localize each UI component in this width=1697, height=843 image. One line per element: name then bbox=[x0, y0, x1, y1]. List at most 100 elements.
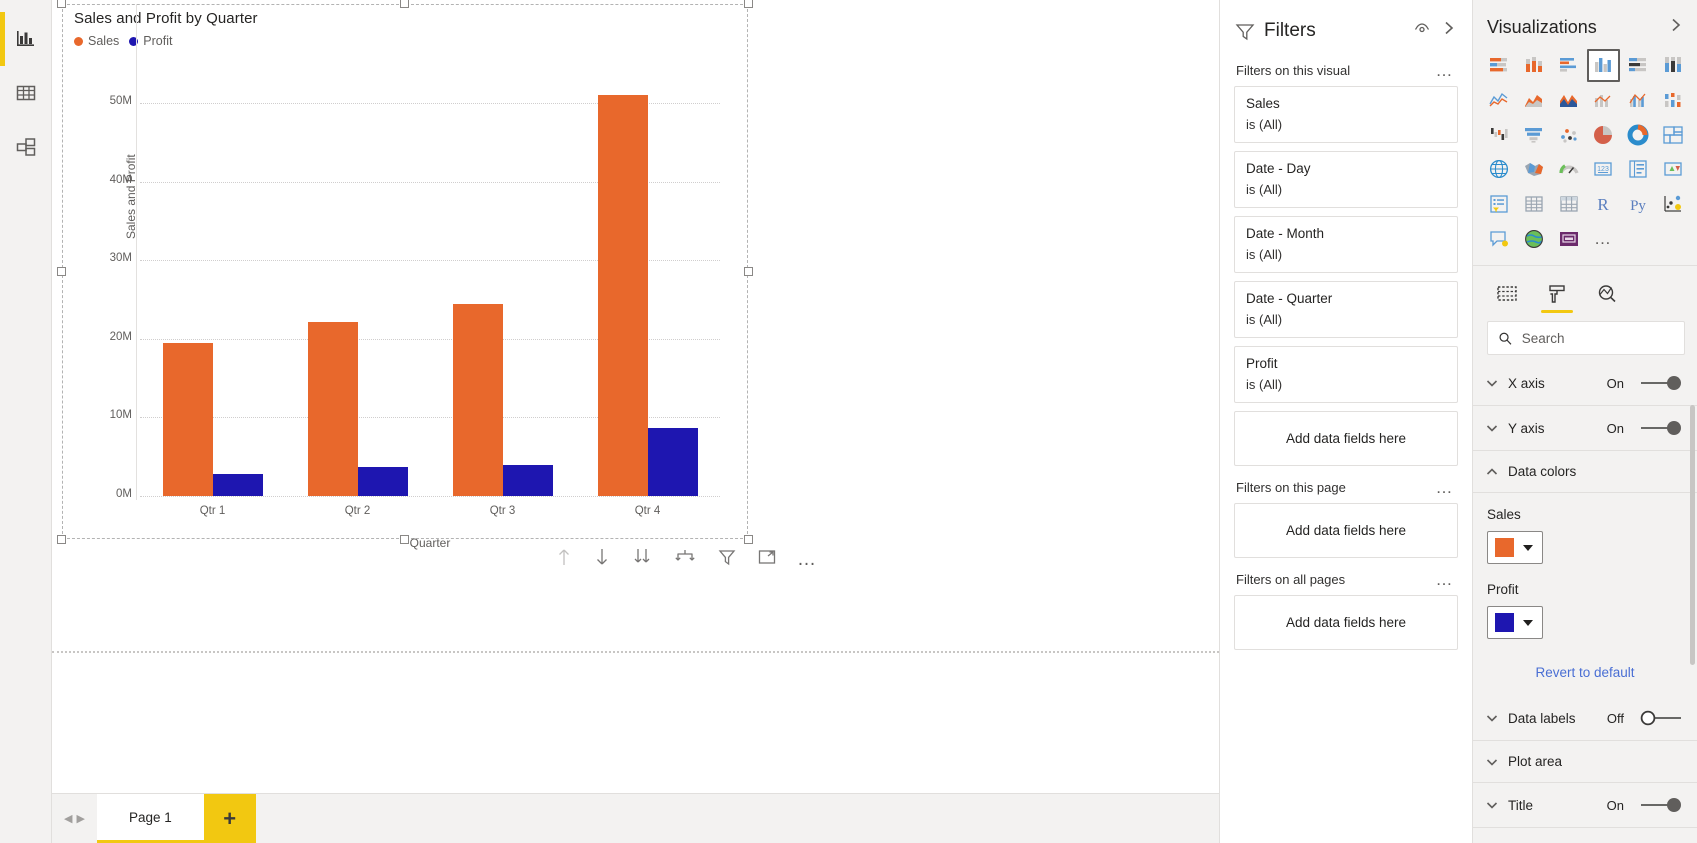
viz-type-ribbon-chart[interactable] bbox=[1656, 84, 1689, 117]
format-row-data-colors[interactable]: Data colors bbox=[1473, 451, 1697, 494]
filters-collapse-chevron-right-icon[interactable] bbox=[1440, 19, 1458, 42]
viz-type-table[interactable] bbox=[1518, 188, 1551, 221]
filter-icon[interactable] bbox=[717, 547, 737, 572]
viz-type-multi-row-card[interactable] bbox=[1622, 153, 1655, 186]
bar-profit[interactable] bbox=[212, 474, 263, 496]
bar-profit[interactable] bbox=[647, 428, 698, 496]
viz-type-filled-map[interactable] bbox=[1518, 153, 1551, 186]
filter-card[interactable]: Date - Day is (All) bbox=[1234, 151, 1458, 208]
format-row-toggle[interactable] bbox=[1639, 419, 1683, 437]
resize-handle-top-middle[interactable] bbox=[400, 0, 409, 8]
report-canvas[interactable]: Sales and Profit by Quarter Sales Profit… bbox=[52, 0, 1219, 793]
format-row-toggle[interactable] bbox=[1639, 796, 1683, 814]
focus-mode-icon[interactable] bbox=[757, 547, 777, 572]
color-picker-profit[interactable] bbox=[1487, 606, 1543, 640]
viz-type-stacked-column-chart[interactable] bbox=[1518, 49, 1551, 82]
revert-to-default-link[interactable]: Revert to default bbox=[1473, 661, 1697, 696]
viz-type-map[interactable] bbox=[1483, 153, 1516, 186]
legend-item-sales[interactable]: Sales bbox=[74, 34, 119, 48]
viz-type-r-script-visual[interactable]: R bbox=[1587, 188, 1620, 221]
format-row-y-axis[interactable]: Y axis On bbox=[1473, 406, 1697, 452]
viz-type-line-and-clustered-column-chart[interactable] bbox=[1622, 84, 1655, 117]
bar-profit[interactable] bbox=[502, 464, 553, 496]
hide-pane-eye-icon[interactable] bbox=[1412, 18, 1432, 43]
format-row-title[interactable]: Title On bbox=[1473, 783, 1697, 829]
filter-card[interactable]: Profit is (All) bbox=[1234, 346, 1458, 403]
viz-type-card[interactable]: 123 bbox=[1587, 153, 1620, 186]
viz-gallery-more-icon[interactable]: … bbox=[1587, 222, 1620, 255]
viz-type-area-chart[interactable] bbox=[1518, 84, 1551, 117]
chart-visual[interactable]: Sales and Profit by Quarter Sales Profit… bbox=[57, 0, 816, 569]
format-row-toggle[interactable] bbox=[1639, 374, 1683, 392]
tab-analytics[interactable] bbox=[1595, 282, 1619, 313]
viz-type-funnel-chart[interactable] bbox=[1518, 118, 1551, 151]
viz-type-qna-visual[interactable] bbox=[1483, 222, 1516, 255]
page-prev-arrow-icon[interactable]: ◀ bbox=[64, 812, 72, 825]
viz-type-python-visual[interactable]: Py bbox=[1622, 188, 1655, 221]
visualizations-expand-chevron-right-icon[interactable] bbox=[1667, 16, 1685, 39]
viz-type-key-influencers[interactable] bbox=[1656, 188, 1689, 221]
bar-sales[interactable] bbox=[597, 95, 648, 496]
viz-type-slicer[interactable] bbox=[1483, 188, 1516, 221]
more-options-icon[interactable]: … bbox=[797, 550, 818, 569]
y-axis-tick-label: 10M bbox=[109, 409, 132, 422]
viz-type-line-chart[interactable] bbox=[1483, 84, 1516, 117]
sidebar-item-data-view[interactable] bbox=[0, 66, 52, 120]
drill-down-icon[interactable] bbox=[593, 547, 611, 572]
expand-next-level-icon[interactable] bbox=[631, 547, 653, 572]
resize-handle-top-left[interactable] bbox=[57, 0, 66, 8]
resize-handle-bottom-right[interactable] bbox=[744, 535, 753, 544]
viz-type-clustered-bar-chart[interactable] bbox=[1552, 49, 1585, 82]
format-row-plot-area[interactable]: Plot area bbox=[1473, 741, 1697, 784]
viz-type-arcgis-map[interactable] bbox=[1518, 222, 1551, 255]
viz-type-stacked-bar-chart[interactable] bbox=[1483, 49, 1516, 82]
filters-section-more-icon[interactable]: … bbox=[1436, 571, 1459, 588]
resize-handle-bottom-left[interactable] bbox=[57, 535, 66, 544]
viz-type-clustered-column-chart[interactable] bbox=[1587, 49, 1620, 82]
sidebar-item-model-view[interactable] bbox=[0, 120, 52, 174]
viz-type-pie-chart[interactable] bbox=[1587, 118, 1620, 151]
page-next-arrow-icon[interactable]: ▶ bbox=[76, 812, 84, 825]
expand-all-down-icon[interactable] bbox=[673, 547, 697, 572]
filter-dropzone[interactable]: Add data fields here bbox=[1234, 411, 1458, 466]
viz-type-scatter-chart[interactable] bbox=[1552, 118, 1585, 151]
resize-handle-middle-right[interactable] bbox=[744, 266, 753, 276]
filter-card[interactable]: Date - Quarter is (All) bbox=[1234, 281, 1458, 338]
viz-type-matrix[interactable] bbox=[1552, 188, 1585, 221]
format-pane-scrollbar[interactable] bbox=[1690, 405, 1695, 665]
filter-card[interactable]: Date - Month is (All) bbox=[1234, 216, 1458, 273]
resize-handle-middle-left[interactable] bbox=[57, 266, 66, 276]
viz-type-treemap[interactable] bbox=[1656, 118, 1689, 151]
viz-type-waterfall-chart[interactable] bbox=[1483, 118, 1516, 151]
filter-dropzone[interactable]: Add data fields here bbox=[1234, 595, 1458, 650]
drill-up-icon[interactable] bbox=[555, 547, 573, 572]
bar-sales[interactable] bbox=[162, 342, 213, 496]
bar-profit[interactable] bbox=[357, 466, 408, 496]
viz-type-line-and-stacked-column-chart[interactable] bbox=[1587, 84, 1620, 117]
resize-handle-top-right[interactable] bbox=[744, 0, 753, 8]
filters-section-more-icon[interactable]: … bbox=[1436, 479, 1459, 496]
sidebar-item-report-view[interactable] bbox=[0, 12, 52, 66]
viz-type-100-stacked-bar-chart[interactable] bbox=[1622, 49, 1655, 82]
bar-sales[interactable] bbox=[307, 321, 358, 496]
bar-sales[interactable] bbox=[452, 303, 503, 496]
tab-fields[interactable] bbox=[1495, 282, 1519, 313]
format-row-x-axis[interactable]: X axis On bbox=[1473, 361, 1697, 407]
format-search-input[interactable] bbox=[1521, 330, 1674, 346]
color-picker-sales[interactable] bbox=[1487, 531, 1543, 565]
filter-dropzone[interactable]: Add data fields here bbox=[1234, 503, 1458, 558]
page-tab-page-1[interactable]: Page 1 bbox=[96, 794, 204, 843]
format-row-data-labels[interactable]: Data labels Off bbox=[1473, 696, 1697, 742]
filter-card[interactable]: Sales is (All) bbox=[1234, 86, 1458, 143]
viz-type-stacked-area-chart[interactable] bbox=[1552, 84, 1585, 117]
tab-format[interactable] bbox=[1541, 282, 1573, 314]
format-row-toggle[interactable] bbox=[1639, 709, 1683, 727]
add-page-button[interactable]: + bbox=[203, 794, 256, 843]
viz-type-100-stacked-column-chart[interactable] bbox=[1656, 49, 1689, 82]
viz-type-kpi[interactable] bbox=[1656, 153, 1689, 186]
viz-type-donut-chart[interactable] bbox=[1622, 118, 1655, 151]
filters-section-more-icon[interactable]: … bbox=[1436, 62, 1459, 79]
viz-type-gauge[interactable] bbox=[1552, 153, 1585, 186]
format-search-box[interactable] bbox=[1487, 321, 1685, 356]
viz-type-paginated-report[interactable] bbox=[1552, 222, 1585, 255]
